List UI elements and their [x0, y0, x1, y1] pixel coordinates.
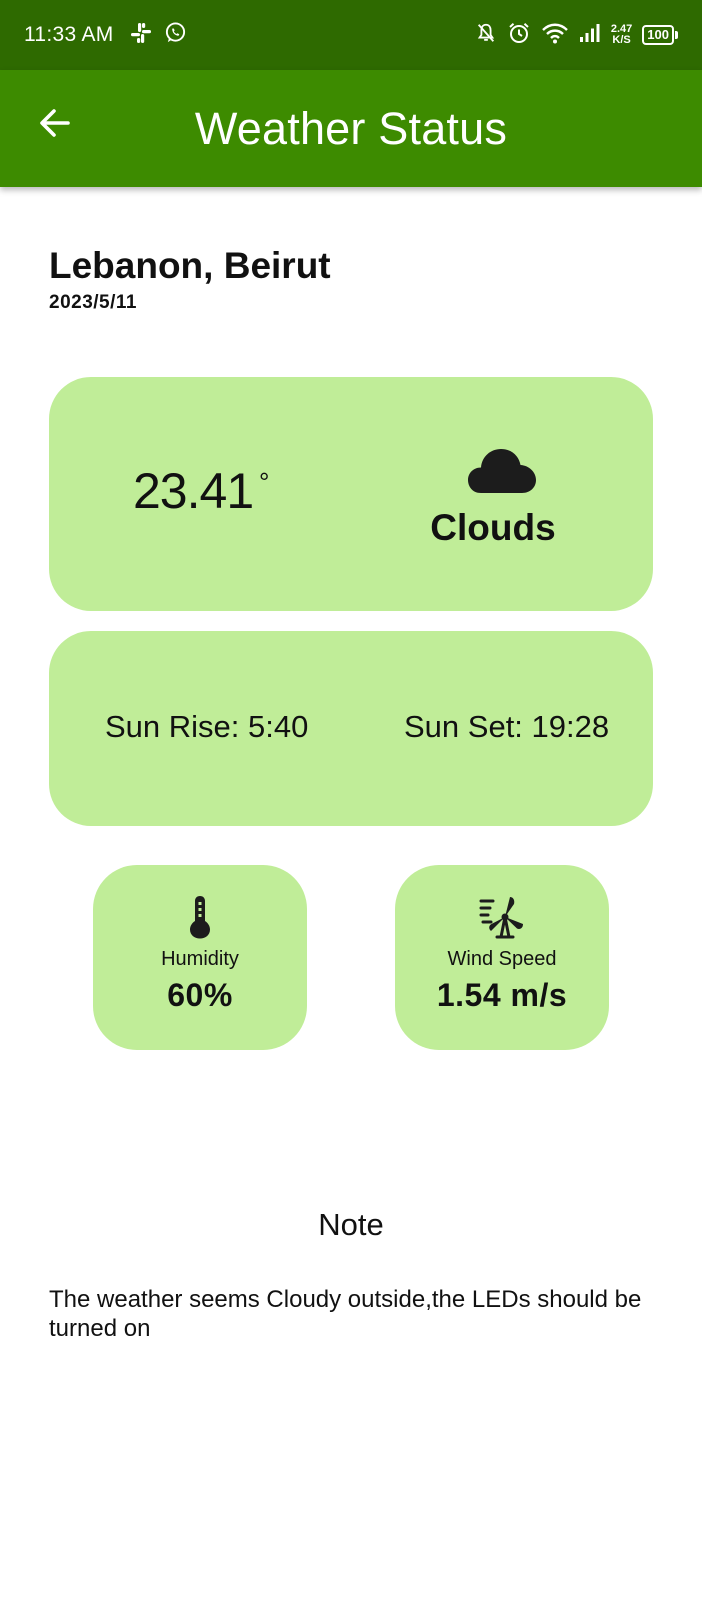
temperature-value: 23.41 — [133, 463, 254, 519]
location-date: 2023/5/11 — [49, 292, 137, 313]
status-time: 11:33 AM — [24, 23, 114, 46]
weather-card: 23.41 ° Clouds — [49, 377, 653, 611]
wind-speed-value: 1.54 m/s — [436, 977, 568, 1013]
sunset-text: Sun Set: 19:28 — [404, 709, 610, 744]
app-bar: Weather Status — [0, 70, 702, 187]
cloud-icon — [467, 447, 537, 495]
bell-off-icon — [475, 22, 497, 49]
sun-times-card: Sun Rise: 5:40 Sun Set: 19:28 — [49, 631, 653, 826]
whatsapp-icon — [164, 21, 187, 49]
weather-condition: Clouds — [430, 507, 556, 548]
humidity-label: Humidity — [161, 948, 239, 970]
battery-tip — [675, 31, 678, 39]
humidity-card: Humidity 60% — [93, 865, 307, 1050]
network-speed-unit: K/S — [612, 34, 631, 46]
wifi-icon — [541, 22, 569, 49]
wind-speed-label: Wind Speed — [447, 948, 557, 970]
status-left-icons — [130, 21, 187, 49]
slack-icon — [130, 22, 152, 49]
sunrise-text: Sun Rise: 5:40 — [105, 709, 309, 744]
battery-level: 100 — [642, 25, 674, 45]
humidity-value: 60% — [167, 977, 233, 1013]
wind-turbine-icon — [479, 895, 525, 944]
page-title: Weather Status — [194, 102, 508, 154]
location-name: Lebanon, Beirut — [49, 245, 331, 286]
degree-symbol: ° — [259, 467, 270, 497]
thermometer-icon — [188, 895, 212, 944]
wind-speed-content: Wind Speed 1.54 m/s — [395, 895, 609, 1014]
signal-icon — [579, 23, 601, 48]
status-bar: 11:33 AM 2.47 K/S 100 — [0, 0, 702, 70]
battery-indicator: 100 — [642, 25, 678, 45]
note-text: The weather seems Cloudy outside,the LED… — [49, 1286, 642, 1342]
alarm-icon — [507, 21, 531, 50]
status-right-icons: 2.47 K/S 100 — [475, 21, 678, 50]
humidity-content: Humidity 60% — [93, 895, 307, 1014]
wind-speed-card: Wind Speed 1.54 m/s — [395, 865, 609, 1050]
network-speed: 2.47 K/S — [611, 24, 632, 46]
note-title: Note — [318, 1207, 384, 1242]
